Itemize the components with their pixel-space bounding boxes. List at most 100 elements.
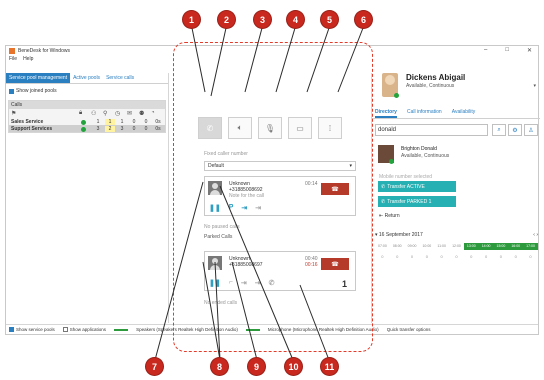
transfer-parked-label: Transfer PARKED 1	[387, 198, 432, 205]
transfer-active-button[interactable]: ✆ Transfer ACTIVE	[378, 181, 456, 192]
callout-5: 5	[321, 11, 338, 28]
availability-values: 0 0 0 0 0 0 0 0 0 0 0	[375, 254, 538, 259]
timeline-hour[interactable]: 11:00	[434, 243, 449, 250]
date-label[interactable]: ▾ 16 September 2017	[375, 232, 423, 238]
timeline-hour[interactable]: 13:00	[463, 243, 479, 250]
search-icon: ⌕	[497, 126, 501, 133]
pool-row-support[interactable]: Support Services 3 2 3 0 0 0s	[9, 125, 165, 132]
tab-directory[interactable]: Directory	[375, 107, 397, 118]
person-icon: ♙	[528, 127, 534, 134]
settings-button[interactable]: ⚙	[508, 124, 522, 136]
pool-icon: ⚑	[11, 111, 17, 117]
timeline-hour[interactable]: 17:00	[523, 243, 538, 250]
callout-6: 6	[355, 11, 372, 28]
callout-8: 8	[211, 358, 228, 375]
pool-status-dot	[81, 127, 86, 132]
pool-row-sales[interactable]: Sales Service 1 1 1 0 0 0s	[9, 118, 165, 125]
users-icon: ⚇	[91, 111, 97, 117]
timer-icon: ◔	[151, 110, 155, 116]
callout-4: 4	[287, 11, 304, 28]
show-joined-pools-label: Show joined pools	[16, 88, 57, 94]
user-name: Dickens Abigail	[406, 73, 466, 82]
window-controls: – □ ✕	[484, 47, 532, 54]
menu-bar: File Help	[9, 56, 33, 62]
show-applications-checkbox[interactable]	[62, 327, 68, 332]
timeline-hour[interactable]: 08:00	[390, 243, 405, 250]
show-joined-pools-row[interactable]: Show joined pools	[6, 84, 168, 98]
close-button[interactable]: ✕	[527, 47, 532, 54]
calls-header: Calls	[9, 101, 165, 109]
menu-help[interactable]: Help	[23, 56, 33, 62]
clock-icon: ◷	[115, 111, 121, 117]
show-applications-toggle[interactable]: Show applications	[62, 327, 107, 332]
callout-3: 3	[254, 11, 271, 28]
pool-cell: 3	[96, 126, 100, 132]
return-button[interactable]: ⇤ Return	[379, 213, 400, 219]
chevron-down-icon[interactable]: ▾	[533, 83, 536, 89]
timeline-hour[interactable]: 15:00	[493, 243, 509, 250]
date-navigator: ▾ 16 September 2017 ‹ ›	[375, 232, 538, 238]
window-title: BeneDesk for Windows	[18, 48, 70, 54]
tab-active-pools[interactable]: Active pools	[70, 73, 103, 83]
show-service-pools-label: Show service pools	[16, 327, 55, 332]
return-label: Return	[384, 213, 400, 219]
timeline-hour[interactable]: 10:00	[419, 243, 434, 250]
callout-2: 2	[218, 11, 235, 28]
pool-table: Calls ⚑ 🔒︎ ⚇ ⚲ ◷ ✉ ⚉ ◔ Sales Service 1 1…	[8, 100, 166, 133]
return-icon: ⇤	[379, 213, 384, 219]
pool-name: Support Services	[11, 126, 53, 132]
minimize-button[interactable]: –	[484, 47, 487, 54]
right-tabs: Directory Call information Availability	[372, 107, 540, 119]
pool-cell: 3	[120, 126, 124, 132]
pool-cell: 2	[105, 126, 115, 132]
timeline-value: 0	[396, 254, 399, 259]
pool-cell: 0s	[155, 126, 161, 132]
callout-9: 9	[248, 358, 265, 375]
contacts-button[interactable]: ♙	[524, 124, 538, 136]
pool-table-icons: ⚑ 🔒︎ ⚇ ⚲ ◷ ✉ ⚉ ◔	[9, 109, 165, 118]
maximize-button[interactable]: □	[505, 47, 509, 54]
contact-card: Brighton Donald Available, Continuous Mo…	[375, 143, 538, 233]
show-joined-pools-checkbox[interactable]	[9, 88, 14, 94]
speaker-level-meter	[114, 328, 129, 331]
timeline-value: 0	[470, 254, 473, 259]
timeline-value: 0	[440, 254, 443, 259]
gear-icon: ⚙	[512, 127, 518, 134]
app-logo-icon	[9, 48, 15, 54]
user-profile[interactable]: Dickens Abigail Available, Continuous ▾	[372, 73, 540, 103]
contact-status: Available, Continuous	[401, 153, 450, 159]
tab-service-calls[interactable]: Service calls	[103, 73, 137, 83]
date-arrows[interactable]: ‹ ›	[533, 232, 538, 238]
tab-availability[interactable]: Availability	[452, 107, 476, 118]
group-icon: ⚉	[139, 111, 145, 117]
contact-status-dot	[389, 159, 394, 164]
menu-file[interactable]: File	[9, 56, 17, 62]
callout-10: 10	[285, 358, 302, 375]
show-applications-label: Show applications	[69, 327, 107, 332]
timeline-value: 0	[455, 254, 458, 259]
timeline-value: 0	[381, 254, 384, 259]
timeline-hour[interactable]: 16:00	[508, 243, 524, 250]
callout-1: 1	[183, 11, 200, 28]
pool-cell: 0	[144, 126, 148, 132]
contact-name[interactable]: Brighton Donald	[401, 146, 437, 152]
timeline-hour[interactable]: 07:00	[375, 243, 390, 250]
show-service-pools-toggle[interactable]: Show service pools	[9, 327, 55, 332]
tab-call-information[interactable]: Call information	[407, 107, 442, 118]
transfer-parked-button[interactable]: ✆ Transfer PARKED 1	[378, 196, 456, 207]
bulb-icon: ⚲	[103, 111, 108, 117]
directory-search-input[interactable]: donald	[375, 124, 488, 136]
timeline-hour[interactable]: 12:00	[449, 243, 464, 250]
timeline-value: 0	[410, 254, 414, 259]
highlight-region	[173, 42, 373, 352]
user-status: Available, Continuous	[406, 83, 455, 89]
quick-transfer-options[interactable]: Quick transfer options	[387, 327, 431, 332]
timeline-value: 0	[499, 254, 503, 259]
timeline-hour[interactable]: 14:00	[478, 243, 494, 250]
show-service-pools-checkbox[interactable]	[9, 327, 14, 332]
available-status-dot	[394, 93, 399, 98]
search-button[interactable]: ⌕	[492, 124, 506, 136]
timeline-hour[interactable]: 09:00	[405, 243, 420, 250]
timeline-value: 0	[484, 254, 488, 259]
tab-service-pool-management[interactable]: Service pool management	[6, 73, 71, 83]
